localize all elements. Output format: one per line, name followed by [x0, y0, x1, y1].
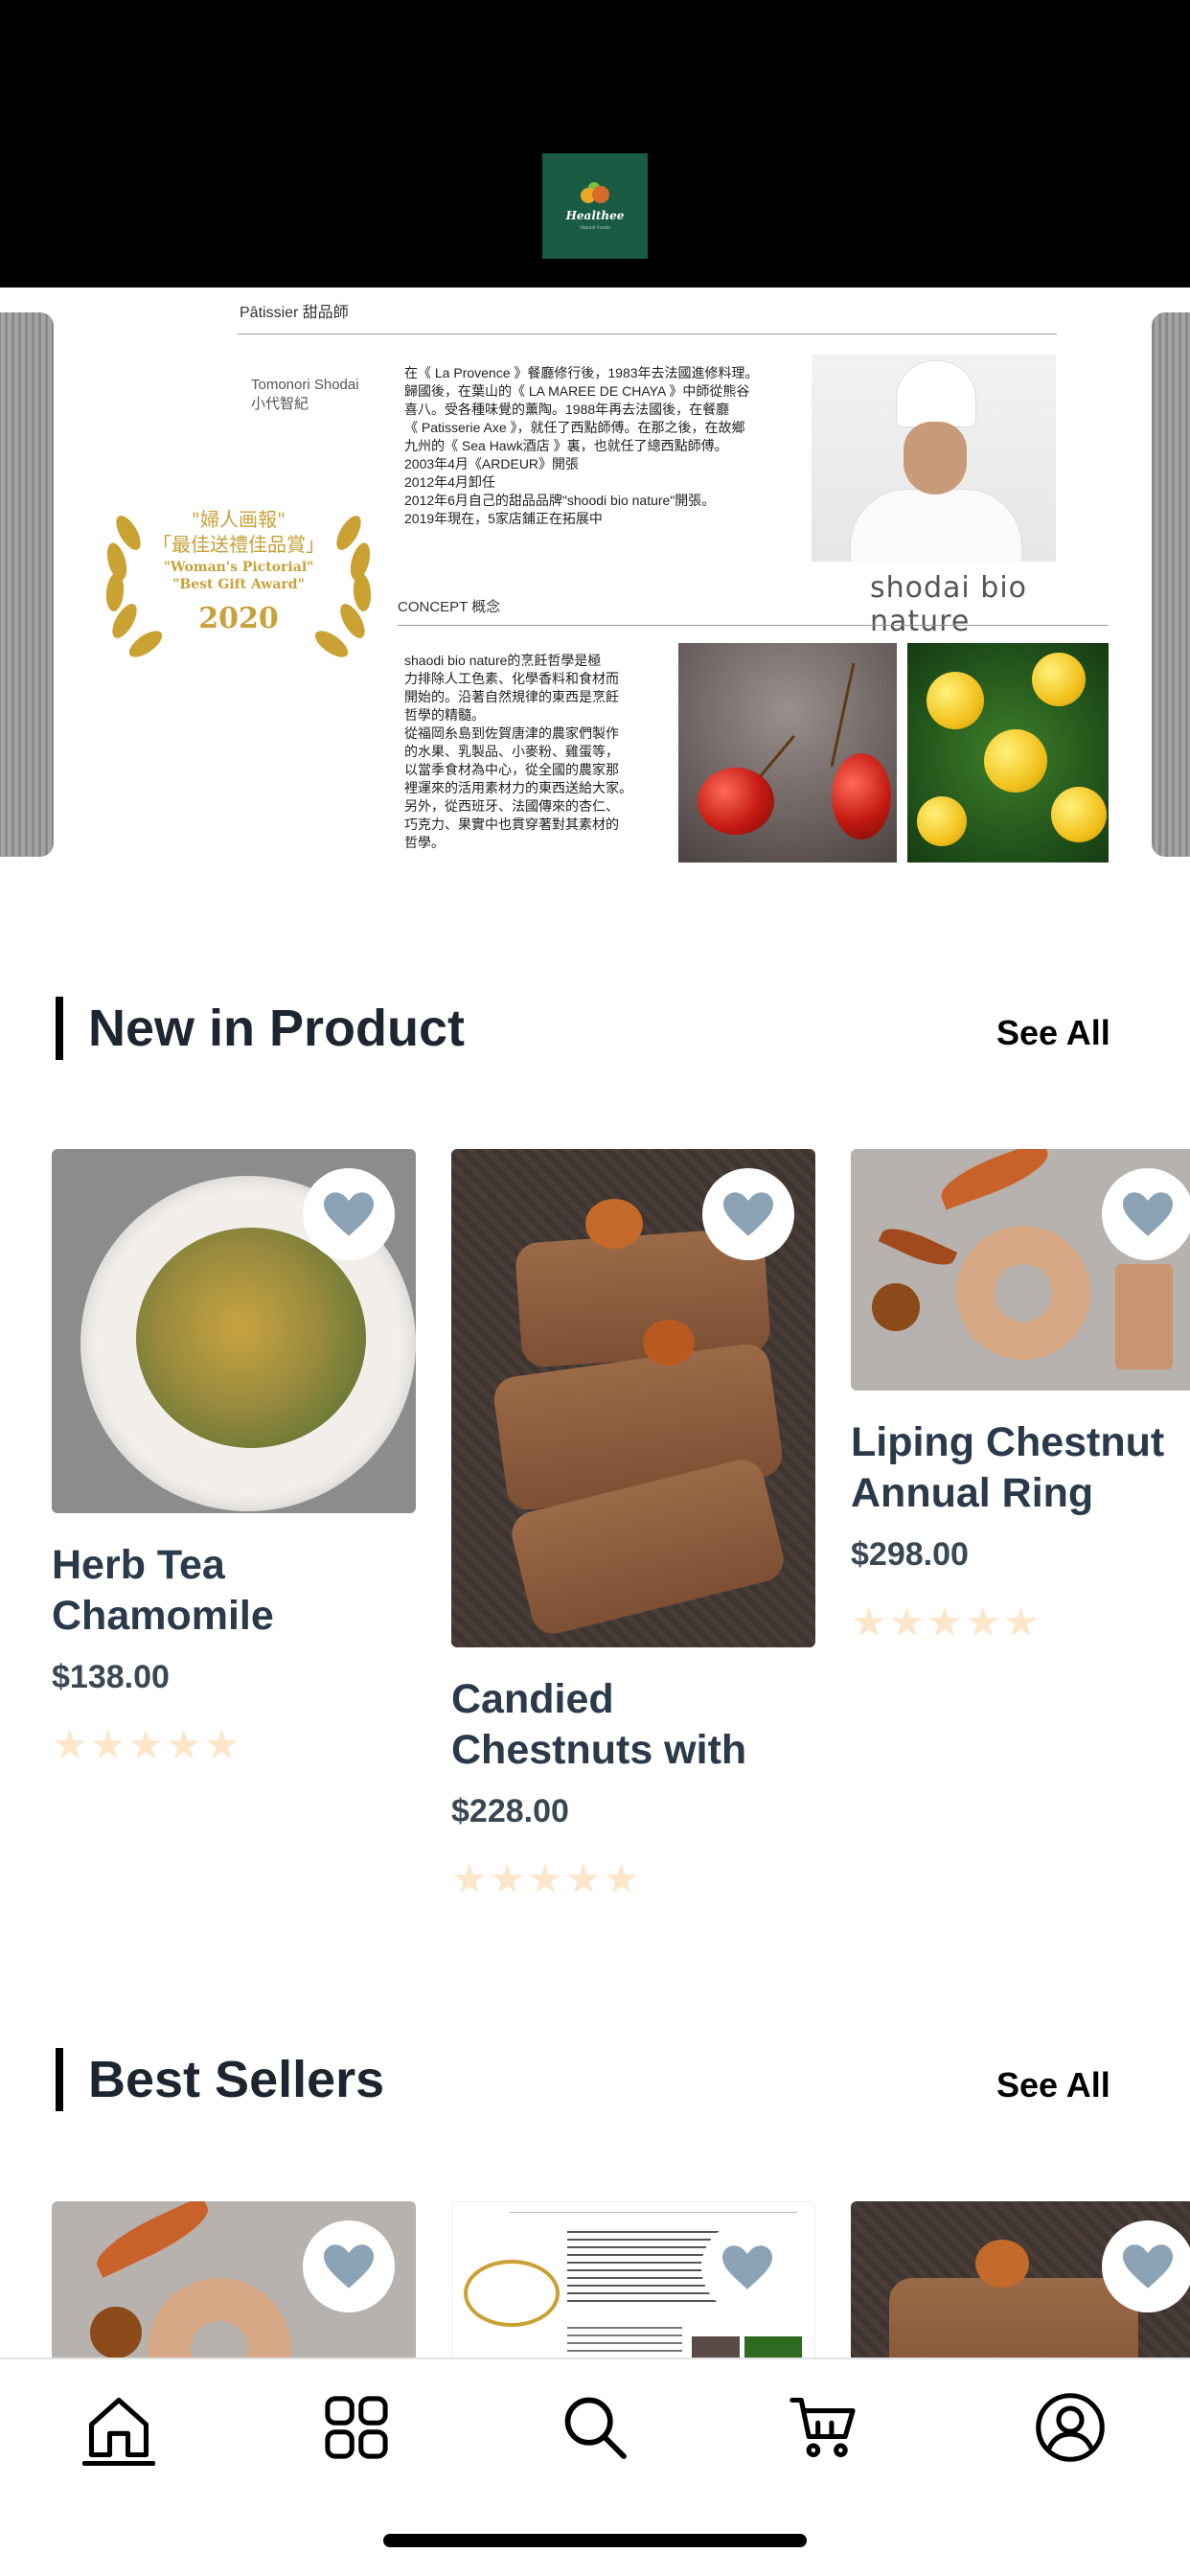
rating-stars: ★★★★★ — [52, 1722, 242, 1767]
concept-line: 哲學。 — [404, 835, 445, 850]
section-accent-bar — [56, 997, 63, 1060]
tab-cart[interactable] — [781, 2384, 867, 2471]
banner-carousel[interactable]: Pâtissier 甜品師 Tomonori Shodai 小代智紀 在《 La… — [0, 288, 1190, 862]
grid-icon — [325, 2396, 388, 2459]
bio-line: 2012年6月自己的甜品品牌"shoodi bio nature"開張。 — [404, 493, 716, 508]
cart-icon — [790, 2397, 856, 2458]
rating-stars: ★★★★★ — [851, 1599, 1041, 1644]
see-all-new-button[interactable]: See All — [996, 1013, 1110, 1053]
product-card[interactable]: Liping Chestnut Annual Ring $298.00 ★★★★… — [851, 1149, 1190, 1645]
product-image[interactable] — [451, 1149, 815, 1647]
banner-slide[interactable]: Pâtissier 甜品師 Tomonori Shodai 小代智紀 在《 La… — [67, 288, 1121, 862]
profile-icon — [1036, 2393, 1105, 2462]
bio-line: 《 Patisserie Axe 》，就任了西點師傅。在那之後，在故鄉 — [404, 420, 745, 435]
bio-line: 歸國後，在葉山的《 LA MAREE DE CHAYA 》中師從熊谷 — [404, 383, 750, 399]
concept-line: 巧克力、果實中也貫穿著對其素材的 — [404, 816, 619, 832]
concept-line: 力排除人工色素、化學香料和食材而 — [404, 671, 619, 686]
bio-line: 2012年4月卸任 — [404, 474, 495, 490]
favorite-button[interactable] — [1102, 2220, 1190, 2312]
concept-line: 從福岡糸島到佐賀唐津的農家們製作 — [404, 725, 619, 741]
chef-bio: 在《 La Provence 》餐廳修行後，1983年去法國進修料理。 歸國後，… — [404, 364, 855, 528]
brand-script: shodai bio nature — [870, 571, 1028, 638]
active-tab-indicator — [82, 2461, 155, 2466]
concept-label: CONCEPT 概念 — [398, 599, 501, 615]
concept-line: 的水果、乳製品、小麥粉、雞蛋等， — [404, 744, 619, 759]
concept-text: shaodi bio nature的烹飪哲學是極 力排除人工色素、化學香料和食材… — [404, 652, 682, 852]
concept-line: 另外，從西班牙、法國傳來的杏仁、 — [404, 798, 619, 814]
chef-name-en: Tomonori Shodai — [251, 377, 359, 393]
bio-line: 2003年4月《ARDEUR》開張 — [404, 456, 580, 472]
heart-icon — [723, 1192, 773, 1236]
award-line: "婦人画報" — [191, 508, 286, 531]
bio-line: 2019年現在，5家店鋪正在拓展中 — [404, 511, 603, 526]
bio-line: 在《 La Provence 》餐廳修行後，1983年去法國進修料理。 — [404, 365, 759, 380]
favorite-button[interactable] — [702, 1168, 794, 1260]
rating-stars: ★★★★★ — [451, 1856, 642, 1901]
home-indicator — [383, 2534, 807, 2547]
award-line: 「最佳送禮佳品賞」 — [152, 533, 325, 556]
healthee-logo[interactable]: Healthee Natural Foods — [542, 153, 648, 259]
section-accent-bar — [56, 2048, 63, 2111]
product-price: $298.00 — [851, 1536, 969, 1573]
product-price: $228.00 — [451, 1793, 569, 1829]
heart-icon — [1123, 2244, 1173, 2288]
section-title: Best Sellers — [88, 2051, 385, 2108]
yuzu-photo — [907, 643, 1109, 862]
favorite-button[interactable] — [303, 2220, 395, 2312]
search-icon — [564, 2397, 627, 2459]
favorite-button[interactable] — [701, 2221, 793, 2313]
award-line: "Woman's Pictorial" — [163, 560, 314, 575]
cherry-photo — [678, 643, 897, 862]
product-image[interactable] — [52, 1149, 416, 1513]
tab-search[interactable] — [552, 2384, 638, 2471]
concept-line: 開始的。沿著自然規律的東西是烹飪 — [404, 689, 619, 704]
favorite-button[interactable] — [1102, 1168, 1190, 1260]
chef-photo — [812, 355, 1056, 562]
heart-icon — [324, 2244, 374, 2288]
product-price: $138.00 — [52, 1659, 170, 1695]
award-line: "Best Gift Award" — [172, 577, 305, 592]
tab-categories[interactable] — [313, 2384, 400, 2471]
fruit-icon — [579, 181, 611, 203]
award-badge: "婦人画報" 「最佳送禮佳品賞」 "Woman's Pictorial" "Be… — [90, 475, 387, 667]
banner-prev-slide[interactable] — [0, 312, 54, 857]
concept-line: 裡運來的活用素材力的東西送給大家。 — [404, 780, 632, 795]
chef-name-zh: 小代智紀 — [251, 396, 309, 412]
see-all-best-button[interactable]: See All — [996, 2065, 1110, 2105]
favorite-button[interactable] — [303, 1168, 395, 1260]
heart-icon — [722, 2245, 772, 2289]
patissier-label: Pâtissier 甜品師 — [240, 305, 349, 321]
concept-line: 以當季食材為中心，從全國的農家那 — [404, 762, 619, 777]
chef-name: Tomonori Shodai 小代智紀 — [251, 376, 359, 414]
section-title: New in Product — [88, 1000, 466, 1057]
divider — [398, 625, 1109, 626]
banner-next-slide[interactable] — [1152, 312, 1190, 857]
top-header: Healthee Natural Foods — [0, 0, 1190, 288]
concept-line: shaodi bio nature的烹飪哲學是極 — [404, 653, 602, 668]
heart-icon — [324, 1192, 374, 1236]
heart-icon — [1123, 1192, 1173, 1236]
tab-home[interactable] — [76, 2384, 162, 2471]
section-best-sellers: Best Sellers — [56, 2048, 384, 2111]
bio-line: 喜八。受各種味覺的薰陶。1988年再去法國後，在餐廳 — [404, 402, 730, 417]
section-new-in-product: New in Product — [56, 997, 465, 1060]
tab-profile[interactable] — [1027, 2384, 1113, 2471]
bio-line: 九州的《 Sea Hawk酒店 》裏，也就任了總西點師傅。 — [404, 438, 728, 453]
home-icon — [88, 2397, 149, 2458]
award-year: 2020 — [198, 602, 279, 635]
product-image[interactable] — [851, 1149, 1190, 1391]
product-card[interactable]: Candied Chestnuts with $228.00 ★★★★★ — [451, 1149, 815, 1902]
product-card[interactable]: Herb Tea Chamomile $138.00 ★★★★★ — [52, 1149, 416, 1768]
logo-name: Healthee — [565, 208, 625, 222]
concept-line: 哲學的精髓。 — [404, 707, 485, 723]
product-title[interactable]: Liping Chestnut Annual Ring — [851, 1417, 1190, 1519]
product-title[interactable]: Candied Chestnuts with — [451, 1674, 815, 1776]
product-title[interactable]: Herb Tea Chamomile — [52, 1540, 416, 1642]
logo-tagline: Natural Foods — [580, 224, 610, 231]
